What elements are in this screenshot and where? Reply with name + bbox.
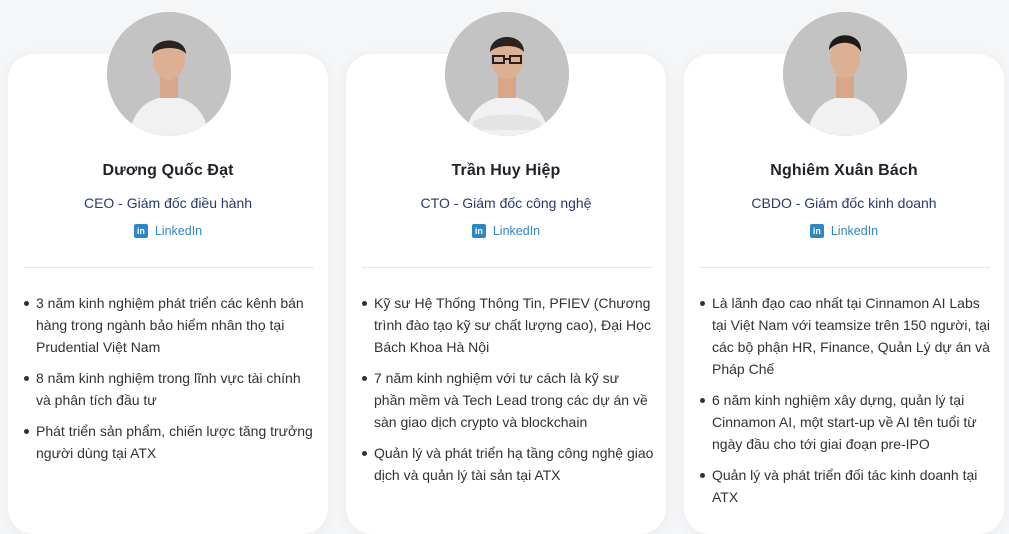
bullet-item: 8 năm kinh nghiệm trong lĩnh vực tài chí…: [24, 367, 314, 411]
linkedin-link[interactable]: in LinkedIn: [8, 224, 328, 238]
divider: [700, 267, 990, 268]
avatar: [107, 12, 231, 136]
linkedin-label: LinkedIn: [830, 224, 879, 238]
linkedin-link[interactable]: in LinkedIn: [346, 224, 666, 238]
member-role: CBDO - Giám đốc kinh doanh: [751, 195, 937, 211]
bullet-item: 6 năm kinh nghiệm xây dựng, quản lý tại …: [700, 389, 992, 455]
linkedin-label: LinkedIn: [492, 224, 541, 238]
linkedin-icon: in: [471, 224, 486, 238]
bullet-list: 3 năm kinh nghiệm phát triển các kênh bá…: [24, 292, 314, 473]
linkedin-link[interactable]: in LinkedIn: [684, 224, 1004, 238]
divider: [24, 267, 314, 268]
member-name: Nghiêm Xuân Bách: [770, 162, 918, 179]
bullet-item: Phát triển sản phẩm, chiến lược tăng trư…: [24, 420, 314, 464]
member-name: Dương Quốc Đạt: [102, 162, 234, 179]
divider: [362, 267, 652, 268]
member-role: CTO - Giám đốc công nghệ: [420, 195, 592, 211]
bullet-item: Quản lý và phát triển đối tác kinh doanh…: [700, 464, 992, 508]
bullet-list: Là lãnh đạo cao nhất tại Cinnamon AI Lab…: [700, 292, 992, 517]
linkedin-icon: in: [809, 224, 824, 238]
member-name: Trần Huy Hiệp: [451, 162, 561, 179]
avatar: [783, 12, 907, 136]
member-role: CEO - Giám đốc điều hành: [83, 195, 253, 211]
linkedin-label: LinkedIn: [154, 224, 203, 238]
linkedin-icon: in: [133, 224, 148, 238]
bullet-item: 3 năm kinh nghiệm phát triển các kênh bá…: [24, 292, 314, 358]
bullet-item: Quản lý và phát triển hạ tầng công nghệ …: [362, 442, 654, 486]
bullet-item: Kỹ sư Hệ Thống Thông Tin, PFIEV (Chương …: [362, 292, 654, 358]
avatar: [445, 12, 569, 136]
bullet-item: 7 năm kinh nghiệm với tư cách là kỹ sư p…: [362, 367, 654, 433]
bullet-item: Là lãnh đạo cao nhất tại Cinnamon AI Lab…: [700, 292, 992, 380]
bullet-list: Kỹ sư Hệ Thống Thông Tin, PFIEV (Chương …: [362, 292, 654, 495]
